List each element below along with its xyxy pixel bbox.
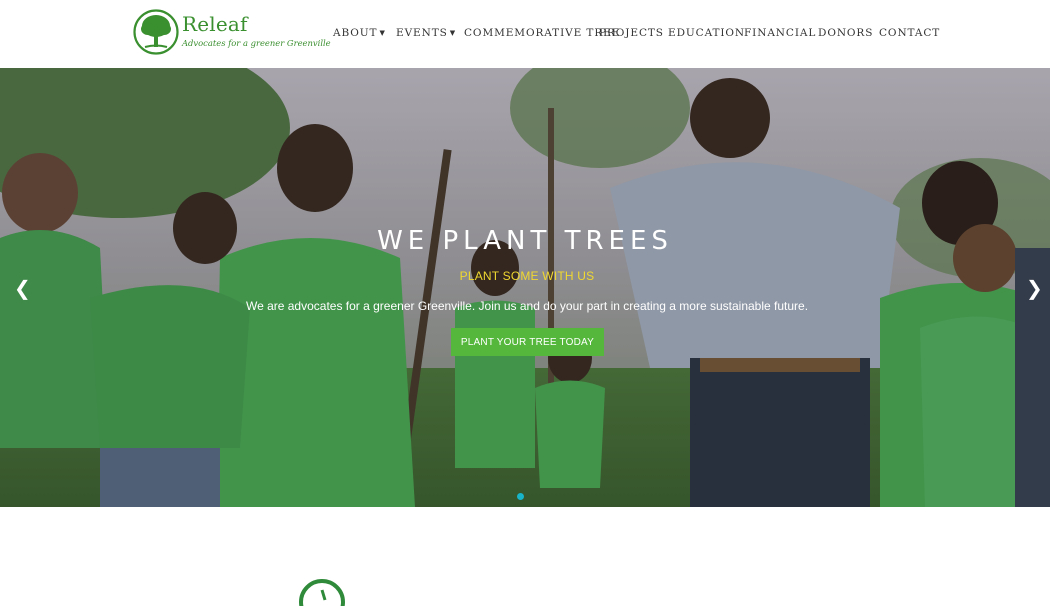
logo-name: Releaf bbox=[182, 12, 248, 36]
nav-financial[interactable]: FINANCIAL bbox=[744, 27, 816, 39]
hero-slider: WE PLANT TREES PLANT SOME WITH US We are… bbox=[0, 68, 1050, 507]
nav-about-label: ABOUT bbox=[333, 27, 378, 39]
hero-overlay bbox=[0, 68, 1050, 507]
chevron-right-icon[interactable]: ❯ bbox=[1026, 276, 1043, 300]
nav-projects[interactable]: PROJECTS bbox=[599, 27, 664, 39]
nav-events-label: EVENTS bbox=[396, 27, 448, 39]
nav-about[interactable]: ABOUT ▼ bbox=[333, 27, 386, 39]
nav-education[interactable]: EDUCATION bbox=[668, 27, 745, 39]
plant-tree-cta-button[interactable]: PLANT YOUR TREE TODAY bbox=[451, 328, 604, 356]
site-header: Releaf Advocates for a greener Greenvill… bbox=[0, 0, 1050, 69]
tree-logo-icon bbox=[133, 9, 179, 55]
nav-events[interactable]: EVENTS ▼ bbox=[396, 27, 456, 39]
nav-donors[interactable]: DONORS bbox=[818, 27, 873, 39]
logo-tagline: Advocates for a greener Greenville bbox=[182, 38, 331, 48]
nav-commemorative-tree[interactable]: COMMEMORATIVE TREE bbox=[464, 27, 620, 39]
chevron-down-icon: ▼ bbox=[379, 29, 386, 37]
nav-contact[interactable]: CONTACT bbox=[879, 27, 940, 39]
slide-indicators bbox=[517, 487, 524, 505]
chevron-down-icon: ▼ bbox=[449, 29, 456, 37]
hero-description: We are advocates for a greener Greenvill… bbox=[245, 299, 809, 313]
hero-subtitle: PLANT SOME WITH US bbox=[459, 269, 595, 283]
hero-title: WE PLANT TREES bbox=[377, 226, 673, 256]
chevron-left-icon[interactable]: ❮ bbox=[14, 276, 31, 300]
slide-indicator-active[interactable] bbox=[517, 493, 524, 500]
clock-icon bbox=[299, 579, 345, 606]
site-logo[interactable]: Releaf Advocates for a greener Greenvill… bbox=[133, 9, 331, 57]
